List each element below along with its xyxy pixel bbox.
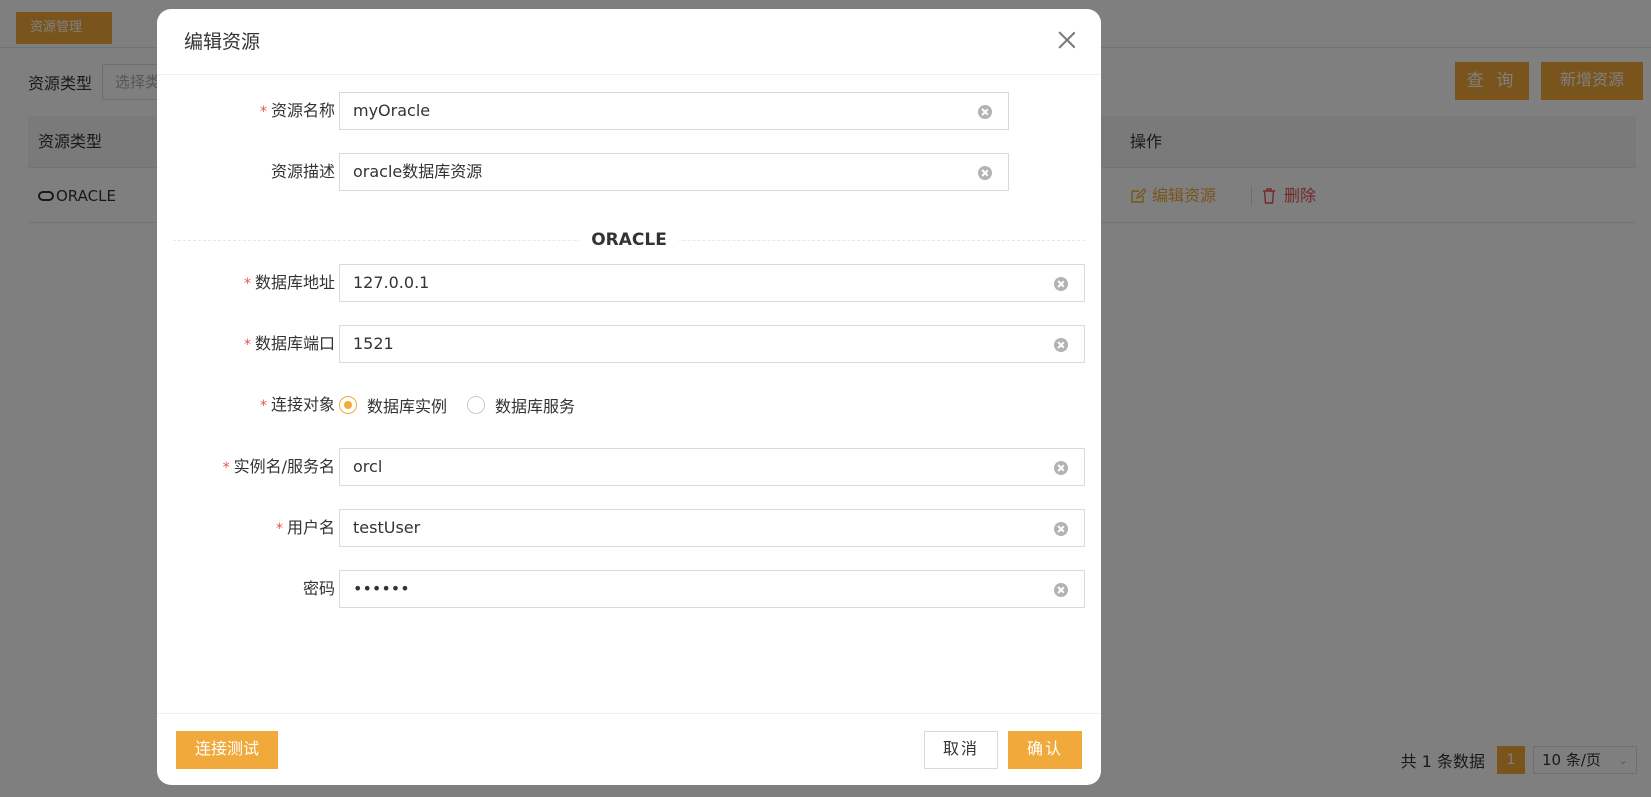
required-marker: * xyxy=(243,337,251,353)
db-port-value: 1521 xyxy=(353,334,394,353)
clear-icon[interactable] xyxy=(1054,277,1068,291)
dialog-footer: 连接测试 取消 确认 xyxy=(157,713,1101,785)
required-marker: * xyxy=(243,276,251,292)
clear-icon[interactable] xyxy=(978,166,992,180)
clear-icon[interactable] xyxy=(1054,522,1068,536)
confirm-button[interactable]: 确认 xyxy=(1008,731,1082,769)
db-port-input[interactable]: 1521 xyxy=(339,325,1085,363)
username-input[interactable]: testUser xyxy=(339,509,1085,547)
radio-db-instance[interactable]: 数据库实例 xyxy=(339,393,447,417)
instance-name-input[interactable]: orcl xyxy=(339,448,1085,486)
connection-target-radio-group: 数据库实例 数据库服务 xyxy=(339,386,595,424)
username-value: testUser xyxy=(353,518,421,537)
resource-desc-input[interactable]: oracle数据库资源 xyxy=(339,153,1009,191)
required-marker: * xyxy=(259,104,267,120)
resource-name-value: myOracle xyxy=(353,101,431,120)
dialog-title: 编辑资源 xyxy=(184,31,261,53)
host-label: * 数据库地址 xyxy=(243,273,335,292)
radio-db-instance-label: 数据库实例 xyxy=(367,397,448,416)
radio-unchecked-icon[interactable] xyxy=(467,396,486,414)
password-value: •••••• xyxy=(353,579,410,598)
edit-resource-dialog: 编辑资源 * 资源名称 myOracle 资源描述 oracle数据库资源 ORA… xyxy=(157,9,1101,785)
form-row-desc: 资源描述 oracle数据库资源 xyxy=(157,153,1101,191)
required-marker: * xyxy=(275,521,283,537)
resource-name-input[interactable]: myOracle xyxy=(339,92,1009,130)
instance-name-value: orcl xyxy=(353,457,383,476)
dialog-header: 编辑资源 xyxy=(157,9,1101,75)
clear-icon[interactable] xyxy=(1054,338,1068,352)
form-row-user: * 用户名 testUser xyxy=(157,509,1101,547)
required-marker: * xyxy=(222,460,230,476)
radio-db-service-label: 数据库服务 xyxy=(495,397,576,416)
form-row-conn: * 连接对象 数据库实例 数据库服务 xyxy=(157,386,1101,424)
form-row-port: * 数据库端口 1521 xyxy=(157,325,1101,363)
instance-label: * 实例名/服务名 xyxy=(222,457,335,476)
radio-checked-icon[interactable] xyxy=(339,396,357,414)
section-title: ORACLE xyxy=(579,230,679,250)
resource-desc-value: oracle数据库资源 xyxy=(353,162,483,181)
desc-label: 资源描述 xyxy=(270,162,335,181)
name-label: * 资源名称 xyxy=(259,101,335,120)
db-host-input[interactable]: 127.0.0.1 xyxy=(339,264,1085,302)
section-divider: ORACLE xyxy=(173,230,1085,250)
connection-test-button[interactable]: 连接测试 xyxy=(176,731,278,769)
form-row-name: * 资源名称 myOracle xyxy=(157,92,1101,130)
form-row-instance: * 实例名/服务名 orcl xyxy=(157,448,1101,486)
user-label: * 用户名 xyxy=(275,518,335,537)
password-label: 密码 xyxy=(302,579,335,598)
form-row-password: 密码 •••••• xyxy=(157,570,1101,608)
required-marker: * xyxy=(259,398,267,414)
password-input[interactable]: •••••• xyxy=(339,570,1085,608)
db-host-value: 127.0.0.1 xyxy=(353,273,430,292)
form-row-host: * 数据库地址 127.0.0.1 xyxy=(157,264,1101,302)
port-label: * 数据库端口 xyxy=(243,334,335,353)
close-icon[interactable] xyxy=(1055,29,1079,53)
clear-icon[interactable] xyxy=(978,105,992,119)
clear-icon[interactable] xyxy=(1054,461,1068,475)
clear-icon[interactable] xyxy=(1054,583,1068,597)
cancel-button[interactable]: 取消 xyxy=(924,731,998,769)
radio-db-service[interactable]: 数据库服务 xyxy=(467,393,575,417)
conn-label: * 连接对象 xyxy=(259,395,335,414)
